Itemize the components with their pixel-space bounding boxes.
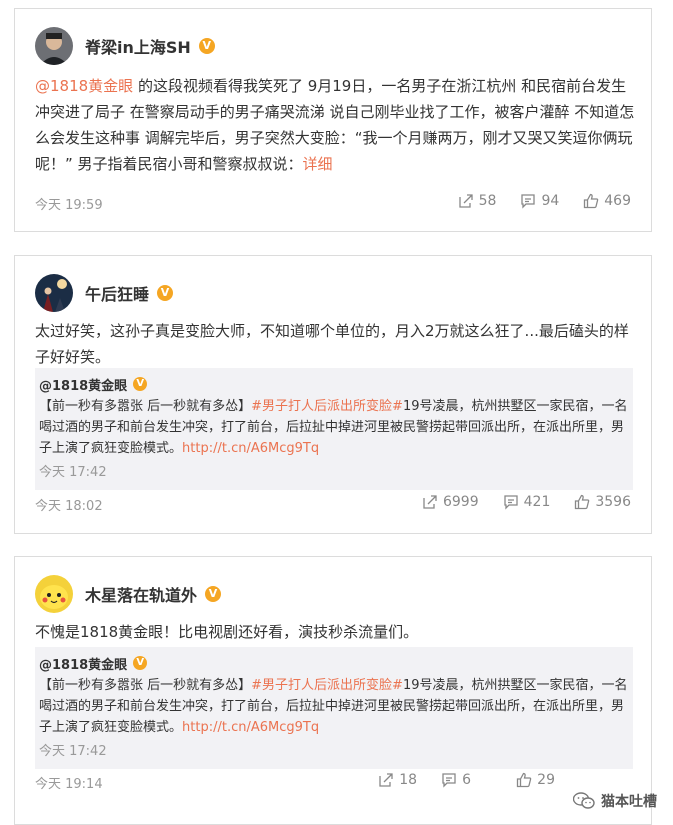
short-url-link[interactable]: http://t.cn/A6Mcg9Tq <box>182 441 319 456</box>
verified-badge-icon: V <box>205 586 222 602</box>
hashtag-link[interactable]: #男子打人后派出所变脸# <box>251 678 403 693</box>
watermark-text: 猫本吐槽 <box>601 794 657 810</box>
like-button[interactable]: 29 <box>516 772 555 788</box>
quoted-username[interactable]: @1818黄金眼 <box>39 375 127 394</box>
comment-icon <box>442 773 456 788</box>
avatar[interactable] <box>35 274 73 312</box>
comment-icon <box>521 194 536 209</box>
quoted-user-row: @1818黄金眼 V <box>39 374 629 394</box>
share-count: 18 <box>399 772 418 788</box>
comment-count: 6 <box>462 772 471 788</box>
thumbs-up-icon <box>517 772 532 788</box>
hashtag-link[interactable]: #男子打人后派出所变脸# <box>251 399 403 414</box>
post-time[interactable]: 今天 18:02 <box>35 495 103 514</box>
post-text: 不愧是1818黄金眼！比电视剧还好看，演技秒杀流量们。 <box>35 623 419 641</box>
verified-badge-icon: V <box>157 285 174 301</box>
verified-badge-icon: V <box>198 38 215 54</box>
comment-button[interactable]: 421 <box>503 494 551 510</box>
quoted-user-row: @1818黄金眼 V <box>39 653 629 673</box>
quoted-prefix: 【前一秒有多嚣张 后一秒就有多怂】 <box>39 399 252 414</box>
share-icon <box>379 773 393 787</box>
watermark: 猫本吐槽 <box>573 791 657 811</box>
username[interactable]: 脊梁in上海SH <box>85 34 191 58</box>
like-count: 29 <box>537 772 555 788</box>
verified-badge-icon: V <box>133 377 148 391</box>
like-count: 469 <box>604 193 631 209</box>
post-text: 太过好笑，这孙子真是变脸大师，不知道哪个单位的，月入2万就这么狂了...最后磕头… <box>35 322 629 366</box>
more-link[interactable]: 详细 <box>303 155 333 173</box>
quoted-post[interactable]: @1818黄金眼 V 【前一秒有多嚣张 后一秒就有多怂】#男子打人后派出所变脸#… <box>35 647 633 769</box>
share-count: 58 <box>478 193 497 209</box>
thumbs-up-icon <box>584 193 599 209</box>
quoted-text: 【前一秒有多嚣张 后一秒就有多怂】#男子打人后派出所变脸#19号凌晨，杭州拱墅区… <box>39 675 629 738</box>
thumbs-up-icon <box>575 494 590 510</box>
comment-button[interactable]: 6 <box>441 772 471 788</box>
post-header: 脊梁in上海SH V <box>35 27 215 65</box>
comment-count: 421 <box>523 494 551 510</box>
avatar[interactable] <box>35 575 73 613</box>
share-icon <box>458 194 473 208</box>
mention-link[interactable]: @1818黄金眼 <box>35 77 133 95</box>
share-button[interactable]: 58 <box>458 193 497 209</box>
comment-count: 94 <box>541 193 560 209</box>
post-card: 脊梁in上海SH V @1818黄金眼 的这段视频看得我笑死了 9月19日，一名… <box>14 8 652 232</box>
quoted-prefix: 【前一秒有多嚣张 后一秒就有多怂】 <box>39 678 252 693</box>
quoted-time[interactable]: 今天 17:42 <box>39 461 629 480</box>
avatar[interactable] <box>35 27 73 65</box>
post-header: 午后狂睡 V <box>35 274 174 312</box>
post-card: 木星落在轨道外 V 不愧是1818黄金眼！比电视剧还好看，演技秒杀流量们。 @1… <box>14 556 652 825</box>
like-count: 3596 <box>595 494 631 510</box>
username[interactable]: 木星落在轨道外 <box>85 582 197 606</box>
share-count: 6999 <box>442 494 479 510</box>
action-bar: 58 94 469 <box>434 193 631 209</box>
quoted-post[interactable]: @1818黄金眼 V 【前一秒有多嚣张 后一秒就有多怂】#男子打人后派出所变脸#… <box>35 368 633 490</box>
comment-icon <box>503 495 518 510</box>
post-text: @1818黄金眼 的这段视频看得我笑死了 9月19日，一名男子在浙江杭州 和民宿… <box>35 73 635 177</box>
post-time[interactable]: 今天 19:59 <box>35 194 103 213</box>
short-url-link[interactable]: http://t.cn/A6Mcg9Tq <box>182 720 319 735</box>
post-header: 木星落在轨道外 V <box>35 575 222 613</box>
share-button[interactable]: 18 <box>378 772 417 788</box>
comment-button[interactable]: 94 <box>520 193 559 209</box>
wechat-icon <box>573 792 595 809</box>
quoted-time[interactable]: 今天 17:42 <box>39 740 629 759</box>
action-bar: 18 6 <box>354 772 471 788</box>
like-button[interactable]: 469 <box>583 193 631 209</box>
like-button[interactable]: 3596 <box>574 494 631 510</box>
post-time[interactable]: 今天 19:14 <box>35 773 103 792</box>
post-card: 午后狂睡 V 太过好笑，这孙子真是变脸大师，不知道哪个单位的，月入2万就这么狂了… <box>14 255 652 534</box>
quoted-username[interactable]: @1818黄金眼 <box>39 654 127 673</box>
share-button[interactable]: 6999 <box>422 494 479 510</box>
action-bar: 6999 421 3596 <box>398 494 631 510</box>
username[interactable]: 午后狂睡 <box>85 281 149 305</box>
share-icon <box>423 495 437 509</box>
like-action: 29 <box>492 772 555 788</box>
quoted-text: 【前一秒有多嚣张 后一秒就有多怂】#男子打人后派出所变脸#19号凌晨，杭州拱墅区… <box>39 396 629 459</box>
verified-badge-icon: V <box>133 656 148 670</box>
